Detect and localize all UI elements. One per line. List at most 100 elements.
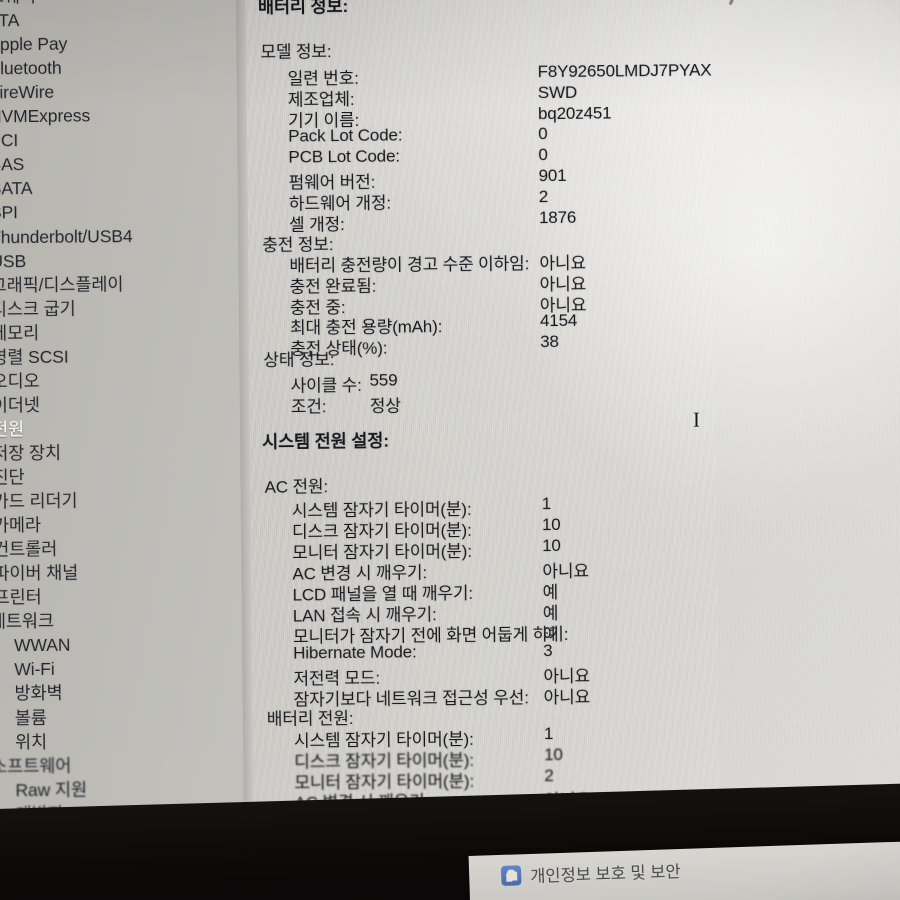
sidebar-item-label: 디스크 굽기 [0,298,76,320]
sidebar-item-label: 소프트웨어 [0,755,72,777]
model-row-value-4: 0 [538,145,548,165]
sidebar-item-14[interactable]: 메모리 [0,319,249,346]
battery-row-value-1: 10 [544,744,563,764]
status-row-label-1: 조건: [290,397,327,417]
status-info-section-title: 상태 정보: [263,350,335,370]
ac-row-value-7: 3 [543,641,553,661]
i-beam-cursor: I [692,407,700,432]
system-power-settings-header: 시스템 전원 설정: [262,430,389,452]
model-row-label-3: Pack Lot Code: [288,125,403,146]
sidebar-item-label: Thunderbolt/USB4 [0,225,133,247]
model-row-value-1: SWD [537,82,578,102]
sidebar-item-19[interactable]: 저장 장치 [0,439,250,466]
sidebar-item-16[interactable]: 오디오 [0,367,250,394]
sidebar-item-label: 전원 [0,419,25,440]
battery-row-value-0: 1 [543,724,554,744]
model-row-value-6: 2 [538,186,549,206]
model-row-value-2: bq20z451 [537,103,612,123]
sidebar-item-1[interactable]: ATA [0,6,246,33]
sidebar-item-label: 방화벽 [14,683,63,704]
sidebar-item-12[interactable]: 그래픽/디스플레이 [0,271,249,298]
sidebar-item-label: SPI [0,202,18,223]
sidebar-item-label: 위치 [14,731,48,752]
ac-row-value-2: 10 [542,535,561,556]
sidebar-item-30[interactable]: 볼륨 [0,703,253,730]
power-details-pane: 배터리 정보: 모델 정보: 일련 번호: F8Y92650LMDJ7PYAX 제조… [246,0,900,870]
privacy-hand-icon [500,865,522,886]
sidebar-item-11[interactable]: USB [0,247,248,274]
sidebar-item-label: 병렬 SCSI [0,346,69,368]
sidebar-item-2[interactable]: Apple Pay [0,30,246,57]
ac-row-value-0: 1 [541,494,552,514]
sidebar-item-label: Wi-Fi [14,659,55,680]
sidebar-item-4[interactable]: FireWire [0,78,247,105]
sidebar-item-3[interactable]: Bluetooth [0,54,247,81]
model-info-section-title: 모델 정보: [260,42,332,62]
sidebar-item-6[interactable]: PCI [0,126,247,153]
photograph-of-screen: 드웨어 ATAApple PayBluetooth FireWireNVMExpre… [0,0,900,900]
sidebar-item-5[interactable]: NVMExpress [0,102,247,129]
sidebar-item-label: 네트워크 [0,611,54,632]
ac-row-label-7: Hibernate Mode: [293,642,417,663]
sidebar-item-27[interactable]: WWAN [0,631,252,658]
sidebar-item-label: 컨트롤러 [0,538,58,560]
sidebar-item-26[interactable]: 네트워크 [0,607,252,634]
laptop-screen: 드웨어 ATAApple PayBluetooth FireWireNVMExpre… [0,0,900,873]
ac-row-value-9: 아니요 [543,687,591,708]
sidebar-item-20[interactable]: 진단 [0,463,251,490]
sidebar-item-13[interactable]: 디스크 굽기 [0,295,249,322]
sidebar-item-label: 카드 리더기 [0,490,78,512]
sidebar-item-label: 볼륨 [14,707,47,728]
sidebar-item-18[interactable]: 전원 [0,415,250,442]
sidebar-item-33[interactable]: Raw 지원 [0,776,254,803]
sidebar-item-label: 오디오 [0,370,40,392]
sidebar-item-label: PCI [0,130,19,151]
model-row-value-3: 0 [538,124,548,144]
sidebar-item-23[interactable]: 컨트롤러 [0,535,251,562]
sidebar-item-label: ATA [0,10,20,31]
model-row-label-4: PCB Lot Code: [288,146,400,167]
model-row-value-0: F8Y92650LMDJ7PYAX [537,60,712,82]
sidebar-item-label: FireWire [0,82,55,103]
sidebar-item-label: 메모리 [0,322,40,344]
battery-row-value-2: 2 [544,765,554,785]
sidebar-item-29[interactable]: 방화벽 [0,679,253,706]
sidebar-item-label: 진단 [0,467,25,488]
sidebar-item-31[interactable]: 위치 [0,727,253,754]
sidebar-item-label: Apple Pay [0,33,68,55]
model-row-value-5: 901 [538,165,567,186]
model-row-value-7: 1876 [538,207,577,227]
sidebar-item-22[interactable]: 카메라 [0,511,251,538]
sidebar-item-24[interactable]: 파이버 채널 [0,559,251,586]
sidebar-item-label: 카메라 [0,515,42,536]
sidebar-item-label: 파이버 채널 [0,562,79,584]
sidebar-item-28[interactable]: Wi-Fi [0,655,252,682]
sidebar-item-label: 그래픽/디스플레이 [0,273,124,296]
charge-row-value-3: 4154 [539,311,578,331]
sidebar-item-32[interactable]: 소프트웨어 [0,752,253,779]
sidebar-item-21[interactable]: 카드 리더기 [0,487,251,514]
sidebar-item-10[interactable]: Thunderbolt/USB4 [0,222,248,249]
battery-info-header: 배터리 정보: [257,0,349,17]
sidebar-item-9[interactable]: SPI [0,198,248,225]
sidebar-item-label: 저장 장치 [0,442,62,464]
sidebar-item-label: Raw 지원 [15,779,88,800]
sidebar-item-8[interactable]: SATA [0,174,248,201]
sidebar-item-label: USB [0,250,27,271]
background-window-label: 개인정보 보호 및 보안 [529,863,681,886]
sidebar-item-label: SAS [0,154,25,175]
sidebar-item-label: 이더넷 [0,394,40,416]
sidebar-item-label: WWAN [13,635,71,656]
sidebar-item-label: SATA [0,178,33,199]
sidebar-item-label: 프린터 [0,587,42,608]
sidebar-item-17[interactable]: 이더넷 [0,391,250,418]
sidebar-item-25[interactable]: 프린터 [0,583,252,610]
status-row-value-0: 559 [369,370,398,390]
sidebar-item-7[interactable]: SAS [0,150,248,177]
charge-row-value-4: 38 [540,332,559,352]
sidebar-item-15[interactable]: 병렬 SCSI [0,343,249,370]
sidebar-item-label: NVMExpress [0,105,91,127]
ac-power-section-title: AC 전원: [264,477,329,497]
status-row-value-1: 정상 [369,396,401,416]
system-information-sidebar[interactable]: 드웨어 ATAApple PayBluetooth FireWireNVMExpre… [0,0,255,873]
